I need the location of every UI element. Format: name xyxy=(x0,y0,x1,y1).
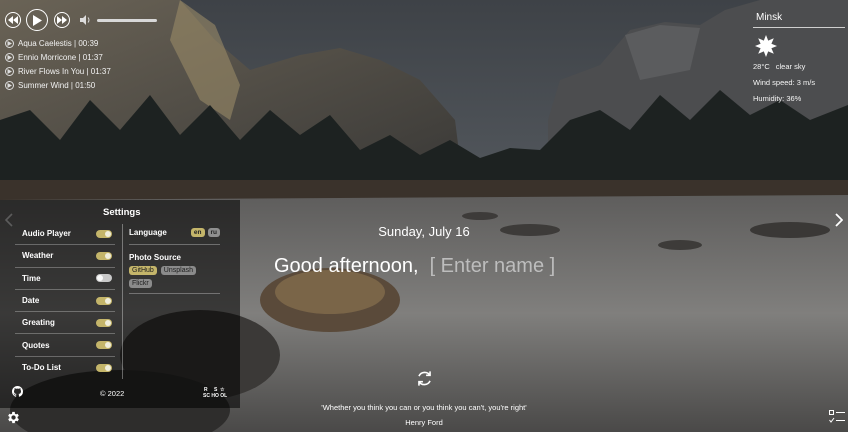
photo-source-flickr[interactable]: Flickr xyxy=(129,279,152,288)
copyright: © 2022 xyxy=(100,389,125,398)
name-input[interactable] xyxy=(429,255,570,278)
setting-label: Weather xyxy=(22,251,54,261)
playlist-item[interactable]: Summer Wind | 01:50 xyxy=(5,78,175,92)
speaker-icon[interactable] xyxy=(80,15,91,25)
play-icon xyxy=(33,14,42,26)
refresh-icon xyxy=(418,371,431,386)
weather-widget: Minsk 28°C clear sky Wind speed: 3 m/s Hu… xyxy=(753,9,845,103)
photo-source-unsplash[interactable]: Unsplash xyxy=(160,266,196,275)
playlist: Aqua Caelestis | 00:39 Ennio Morricone |… xyxy=(5,36,175,92)
quote-author: Henry Ford xyxy=(405,418,443,427)
settings-divider xyxy=(122,224,123,379)
rs-school-icon: R S ☆ SC HO OL xyxy=(203,387,227,399)
weather-icon-wrap xyxy=(755,35,845,57)
playlist-item[interactable]: River Flows In You | 01:37 xyxy=(5,64,175,78)
greeting-text: Good afternoon, xyxy=(274,255,419,277)
track-title: Ennio Morricone | 01:37 xyxy=(18,52,103,62)
toggle-switch[interactable] xyxy=(96,363,112,372)
setting-quotes: Quotes xyxy=(15,334,115,357)
player-controls xyxy=(5,9,175,31)
setting-label: Quotes xyxy=(22,340,50,350)
play-button[interactable] xyxy=(26,9,48,31)
previous-icon xyxy=(8,16,18,24)
settings-footer: © 2022 R S ☆ SC HO OL xyxy=(12,386,237,400)
playlist-item[interactable]: Ennio Morricone | 01:37 xyxy=(5,50,175,64)
volume-control xyxy=(80,15,157,25)
photo-source-github[interactable]: GitHub xyxy=(129,266,157,275)
weather-temp-line: 28°C clear sky xyxy=(753,62,845,71)
city-input[interactable]: Minsk xyxy=(753,9,845,28)
setting-label: Date xyxy=(22,296,40,306)
previous-track-button[interactable] xyxy=(5,12,21,28)
track-title: Aqua Caelestis | 00:39 xyxy=(18,38,99,48)
track-title: River Flows In You | 01:37 xyxy=(18,66,111,76)
setting-label: Time xyxy=(22,273,41,283)
weather-description: clear sky xyxy=(775,62,806,71)
setting-greating: Greating xyxy=(15,312,115,335)
quote-text: 'Whether you think you can or you think … xyxy=(321,403,527,412)
photo-source-label: Photo Source xyxy=(129,253,182,262)
toggle-switch[interactable] xyxy=(96,251,112,260)
github-icon xyxy=(12,386,23,397)
play-item-icon xyxy=(5,66,14,76)
play-item-icon xyxy=(5,52,14,62)
toggle-switch[interactable] xyxy=(96,274,112,283)
greeting-container: Good afternoon, xyxy=(274,255,570,278)
current-date: Sunday, July 16 xyxy=(378,224,470,239)
volume-slider[interactable] xyxy=(97,18,157,22)
sun-icon xyxy=(755,35,777,57)
setting-date: Date xyxy=(15,290,115,313)
change-quote-button[interactable] xyxy=(415,369,434,393)
track-title: Summer Wind | 01:50 xyxy=(18,80,96,90)
temperature: 28°C xyxy=(753,62,770,71)
next-icon xyxy=(57,16,67,24)
rs-school-logo[interactable]: R S ☆ SC HO OL xyxy=(203,386,231,401)
play-item-icon xyxy=(5,80,14,90)
setting-label: To-Do List xyxy=(22,363,61,373)
playlist-item[interactable]: Aqua Caelestis | 00:39 xyxy=(5,36,175,50)
settings-title: Settings xyxy=(103,207,141,218)
svg-text:SC HO OL: SC HO OL xyxy=(203,393,227,398)
humidity: Humidity: 36% xyxy=(753,94,802,103)
setting-time: Time xyxy=(15,268,115,290)
audio-player: Aqua Caelestis | 00:39 Ennio Morricone |… xyxy=(5,9,175,92)
github-link[interactable] xyxy=(12,386,23,399)
toggle-switch[interactable] xyxy=(96,318,112,327)
wind-speed: Wind speed: 3 m/s xyxy=(753,78,816,87)
toggle-switch[interactable] xyxy=(96,296,112,305)
toggle-switch[interactable] xyxy=(96,341,112,350)
setting-label: Greating xyxy=(22,318,55,328)
setting-todo-list: To-Do List xyxy=(15,357,115,379)
setting-weather: Weather xyxy=(15,245,115,268)
play-item-icon xyxy=(5,38,14,48)
photo-source-options: GitHub Unsplash Flickr xyxy=(129,266,220,294)
widget-toggles: Audio Player Weather Time Date Greating … xyxy=(15,223,115,379)
next-track-button[interactable] xyxy=(54,12,70,28)
